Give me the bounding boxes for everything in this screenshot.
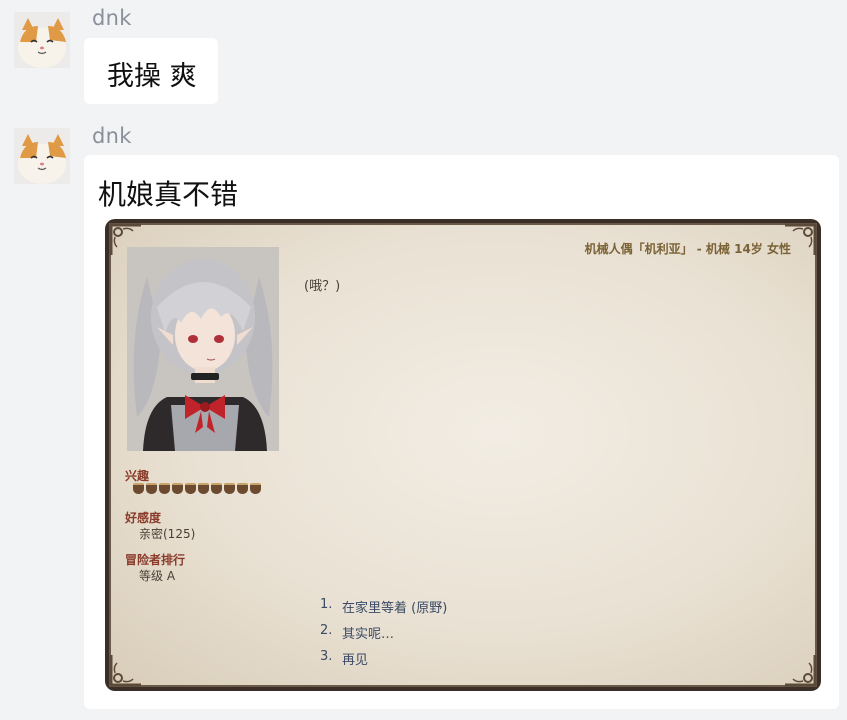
cat-icon xyxy=(14,128,70,184)
character-portrait xyxy=(127,247,279,451)
cat-icon xyxy=(14,12,70,68)
cat-avatar[interactable] xyxy=(14,128,70,184)
affection-value: 亲密(125) xyxy=(139,527,196,541)
message-bubble[interactable]: 我操 爽 xyxy=(84,38,218,104)
interest-meter xyxy=(133,483,261,494)
cup-icon xyxy=(211,483,222,494)
character-header: 机械人偶「机利亚」 - 机械 14岁 女性 xyxy=(584,242,791,256)
cup-icon xyxy=(133,483,144,494)
cup-icon xyxy=(172,483,183,494)
interest-label: 兴趣 xyxy=(125,469,150,483)
cup-icon xyxy=(237,483,248,494)
message-text: 机娘真不错 xyxy=(98,178,239,211)
rank-value: 等级 A xyxy=(139,569,176,583)
affection-label: 好感度 xyxy=(125,511,162,525)
dialog-options: 1. 在家里等着 (原野) 2. 其实呢… 3. 再见 xyxy=(320,597,447,675)
sender-name: dnk xyxy=(92,6,132,30)
cat-avatar[interactable] xyxy=(14,12,70,68)
dialog-line: (哦？) xyxy=(304,279,341,294)
message-bubble[interactable]: 机娘真不错 机械人偶「机利亚」 - 机械 14岁 女性 (哦？) 兴趣 好感度 … xyxy=(84,155,839,709)
android-girl-portrait-icon xyxy=(127,247,279,451)
dialog-panel: 机械人偶「机利亚」 - 机械 14岁 女性 (哦？) 兴趣 好感度 亲密(125… xyxy=(109,223,817,687)
ornament-corner-icon xyxy=(109,655,141,687)
rank-label: 冒险者排行 xyxy=(125,553,186,567)
option-number: 3. xyxy=(320,649,333,664)
cup-icon xyxy=(185,483,196,494)
message-text: 我操 爽 xyxy=(107,61,197,92)
cup-icon xyxy=(250,483,261,494)
cup-icon xyxy=(198,483,209,494)
cup-icon xyxy=(146,483,157,494)
sender-name: dnk xyxy=(92,124,132,148)
cup-icon xyxy=(224,483,235,494)
dialog-option[interactable]: 1. 在家里等着 (原野) xyxy=(320,597,447,623)
ornament-corner-icon xyxy=(785,655,817,687)
option-number: 1. xyxy=(320,597,333,612)
option-text: 其实呢… xyxy=(342,627,395,642)
option-text: 再见 xyxy=(342,653,369,668)
option-text: 在家里等着 (原野) xyxy=(342,601,448,616)
option-number: 2. xyxy=(320,623,333,638)
game-screenshot-image[interactable]: 机械人偶「机利亚」 - 机械 14岁 女性 (哦？) 兴趣 好感度 亲密(125… xyxy=(105,219,821,691)
dialog-option[interactable]: 3. 再见 xyxy=(320,649,447,675)
cup-icon xyxy=(159,483,170,494)
dialog-option[interactable]: 2. 其实呢… xyxy=(320,623,447,649)
